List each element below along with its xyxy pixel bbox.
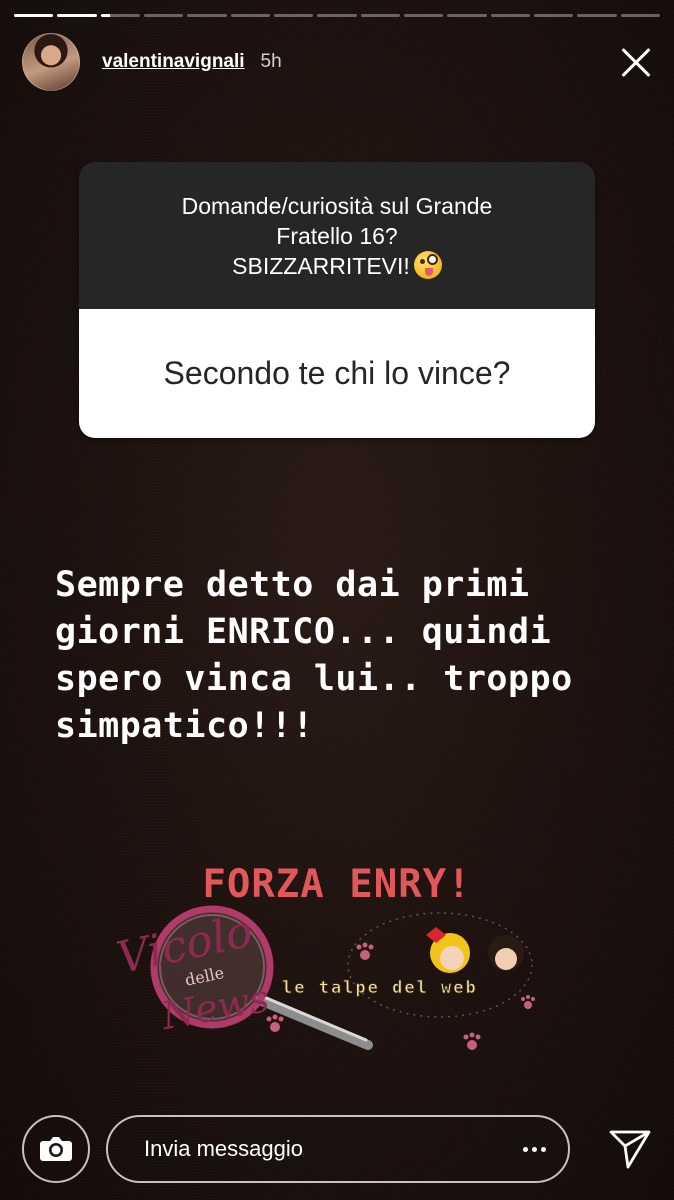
cartoon-figure-blonde-face [440, 946, 464, 970]
story-header: valentinavignali 5h [22, 33, 656, 91]
winking-tongue-emoji-icon [413, 251, 442, 279]
progress-segment [533, 14, 574, 17]
message-input[interactable]: Invia messaggio [106, 1115, 570, 1183]
progress-segment [490, 14, 530, 17]
progress-segment [57, 14, 97, 17]
prompt-line: Domande/curiosità sul Grande [181, 193, 493, 219]
caption-line: simpatico!!! [55, 706, 314, 746]
progress-segment [620, 14, 660, 17]
progress-segment [100, 14, 140, 17]
more-dots-icon[interactable] [523, 1146, 546, 1152]
story-progress [14, 14, 660, 17]
watermark-banner-text: le talpe del web [282, 978, 478, 998]
progress-segment [14, 14, 54, 17]
close-icon[interactable] [614, 41, 656, 83]
camera-button[interactable] [22, 1115, 90, 1183]
progress-segment [230, 14, 270, 17]
progress-segment-fill [57, 14, 97, 17]
progress-segment-fill [100, 14, 111, 17]
progress-segment [143, 14, 184, 17]
watermark-logo: Vicolo delle News le talpe del web [113, 905, 535, 1050]
avatar[interactable] [22, 33, 80, 91]
instagram-story[interactable]: valentinavignali 5h Domande/curiosità su… [0, 0, 674, 1200]
progress-segment [317, 14, 357, 17]
progress-segment [403, 14, 444, 17]
post-time: 5h [260, 51, 282, 72]
message-placeholder: Invia messaggio [144, 1136, 303, 1161]
caption-line: Sempre detto dai primi [55, 565, 530, 605]
progress-segment [447, 14, 487, 17]
question-answer: Secondo te chi lo vince? [79, 309, 595, 438]
progress-segment [187, 14, 227, 17]
progress-segment [360, 14, 400, 17]
progress-segment [577, 14, 617, 17]
username[interactable]: valentinavignali [102, 51, 245, 73]
caption-line: spero vinca lui.. troppo [55, 659, 573, 699]
progress-segment [273, 14, 314, 17]
highlight-text: FORZA ENRY! [202, 862, 472, 907]
question-sticker[interactable]: Domande/curiosità sul Grande Fratello 16… [79, 162, 595, 438]
cartoon-figure-dark-face [495, 948, 517, 970]
prompt-line: Fratello 16? [276, 223, 398, 249]
story-caption: Sempre detto dai primi giorni ENRICO... … [55, 562, 655, 750]
send-icon[interactable] [608, 1127, 652, 1171]
prompt-line: SBIZZARRITEVI! [79, 251, 595, 281]
caption-line: giorni ENRICO... quindi [55, 612, 552, 652]
prompt-line-text: SBIZZARRITEVI! [232, 253, 410, 279]
story-reply-bar: Invia messaggio [22, 1114, 652, 1184]
camera-icon [40, 1137, 72, 1161]
progress-segment-fill [14, 14, 54, 17]
question-prompt: Domande/curiosità sul Grande Fratello 16… [79, 162, 595, 309]
